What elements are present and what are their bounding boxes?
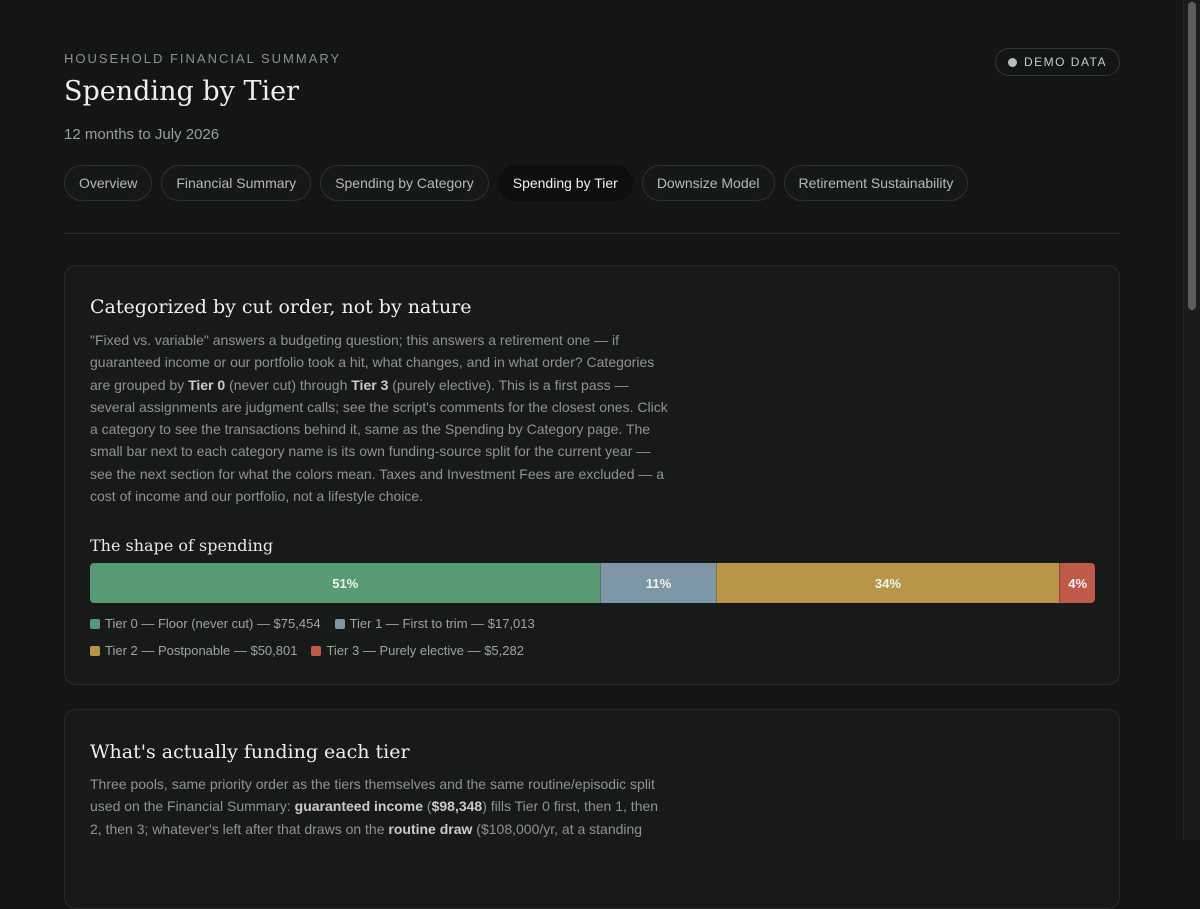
status-dot-icon <box>1007 57 1017 67</box>
tab-spending-by-tier[interactable]: Spending by Tier <box>497 165 633 201</box>
scrollbar-thumb[interactable] <box>1188 2 1196 310</box>
tab-overview[interactable]: Overview <box>64 165 153 201</box>
tier-stacked-bar: 51% 11% 34% 4% <box>90 563 1095 603</box>
tier-funding-card: What's actually funding each tier Three … <box>64 709 1120 909</box>
shape-of-spending-title: The shape of spending <box>90 536 274 555</box>
body-emphasis: Tier 0 <box>188 376 226 393</box>
body-text: ( <box>423 798 432 815</box>
page-scrollbar[interactable] <box>1183 0 1200 840</box>
tier-2-segment[interactable]: 34% <box>715 563 1060 603</box>
tier-overview-card: Categorized by cut order, not by nature … <box>64 265 1120 685</box>
tab-label: Overview <box>79 175 138 191</box>
tab-label: Retirement Sustainability <box>798 175 954 191</box>
body-emphasis: Tier 3 <box>351 376 389 393</box>
card-description: "Fixed vs. variable" answers a budgeting… <box>90 329 670 507</box>
legend-label: Tier 1 — First to trim — $17,013 <box>349 616 535 631</box>
body-emphasis: $98,348 <box>431 798 483 815</box>
page-title: Spending by Tier <box>64 76 299 107</box>
tab-downsize-model[interactable]: Downsize Model <box>641 165 775 201</box>
legend-item-tier-3: Tier 3 — Purely elective — $5,282 <box>311 643 524 658</box>
legend-label: Tier 2 — Postponable — $50,801 <box>105 643 298 658</box>
eyebrow-label: HOUSEHOLD FINANCIAL SUMMARY <box>64 51 342 66</box>
legend-label: Tier 0 — Floor (never cut) — $75,454 <box>105 616 321 631</box>
legend-swatch <box>311 645 322 656</box>
legend-item-tier-2: Tier 2 — Postponable — $50,801 <box>90 643 297 658</box>
legend-label: Tier 3 — Purely elective — $5,282 <box>326 643 524 658</box>
body-text: (purely elective). This is a first pass … <box>90 376 668 505</box>
body-text: ($108,000/yr, at a standing <box>472 820 643 837</box>
tier-legend: Tier 0 — Floor (never cut) — $75,454 Tier… <box>90 616 690 658</box>
legend-item-tier-1: Tier 1 — First to trim — $17,013 <box>334 616 535 631</box>
card-title: What's actually funding each tier <box>90 741 410 763</box>
body-text: (never cut) through <box>225 376 352 393</box>
header-divider <box>64 233 1120 234</box>
tab-bar: Overview Financial Summary Spending by C… <box>64 165 969 201</box>
page-subtitle: 12 months to July 2026 <box>64 126 220 143</box>
card-description: Three pools, same priority order as the … <box>90 773 670 840</box>
tab-financial-summary[interactable]: Financial Summary <box>161 165 312 201</box>
tier-3-segment[interactable]: 4% <box>1059 563 1095 603</box>
tab-label: Spending by Tier <box>512 175 618 191</box>
tab-label: Financial Summary <box>176 175 297 191</box>
tab-label: Downsize Model <box>656 175 760 191</box>
legend-item-tier-0: Tier 0 — Floor (never cut) — $75,454 <box>90 616 321 631</box>
legend-swatch <box>90 645 100 656</box>
tier-1-segment[interactable]: 11% <box>600 563 716 603</box>
body-emphasis: guaranteed income <box>294 798 424 815</box>
legend-swatch <box>334 618 345 629</box>
tab-retirement-sustainability[interactable]: Retirement Sustainability <box>783 165 969 201</box>
demo-data-badge: DEMO DATA <box>994 48 1120 76</box>
tier-0-segment[interactable]: 51% <box>90 563 601 603</box>
legend-swatch <box>90 618 100 629</box>
body-emphasis: routine draw <box>388 820 473 837</box>
tab-spending-by-category[interactable]: Spending by Category <box>320 165 489 201</box>
tab-label: Spending by Category <box>335 175 474 191</box>
card-title: Categorized by cut order, not by nature <box>90 296 472 318</box>
demo-badge-label: DEMO DATA <box>1023 55 1107 69</box>
